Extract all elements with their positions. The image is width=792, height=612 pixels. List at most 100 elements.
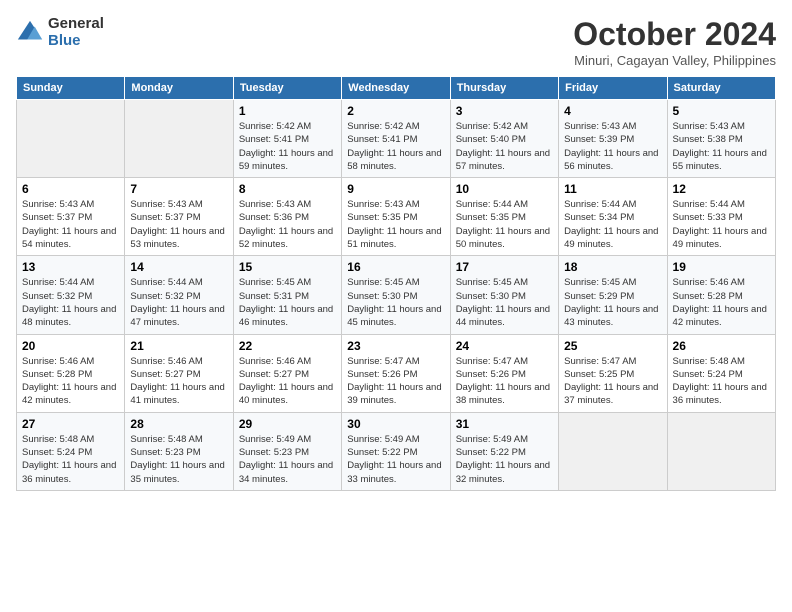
logo-text-line1: General (48, 16, 104, 33)
day-number: 10 (456, 182, 553, 196)
day-detail: Sunrise: 5:42 AMSunset: 5:41 PMDaylight:… (347, 120, 444, 173)
day-detail: Sunrise: 5:43 AMSunset: 5:37 PMDaylight:… (130, 198, 227, 251)
day-number: 15 (239, 260, 336, 274)
day-detail: Sunrise: 5:45 AMSunset: 5:31 PMDaylight:… (239, 276, 336, 329)
day-cell: 2 Sunrise: 5:42 AMSunset: 5:41 PMDaylight… (342, 100, 450, 178)
day-detail: Sunrise: 5:43 AMSunset: 5:35 PMDaylight:… (347, 198, 444, 251)
day-detail: Sunrise: 5:49 AMSunset: 5:23 PMDaylight:… (239, 433, 336, 486)
day-detail: Sunrise: 5:47 AMSunset: 5:25 PMDaylight:… (564, 355, 661, 408)
day-cell (125, 100, 233, 178)
day-number: 7 (130, 182, 227, 196)
day-cell: 8 Sunrise: 5:43 AMSunset: 5:36 PMDaylight… (233, 178, 341, 256)
day-number: 18 (564, 260, 661, 274)
day-number: 17 (456, 260, 553, 274)
day-cell (559, 412, 667, 490)
day-number: 14 (130, 260, 227, 274)
logo-icon (16, 19, 44, 47)
day-detail: Sunrise: 5:48 AMSunset: 5:23 PMDaylight:… (130, 433, 227, 486)
day-cell: 20Sunrise: 5:46 AMSunset: 5:28 PMDayligh… (17, 334, 125, 412)
header-wednesday: Wednesday (342, 77, 450, 100)
day-detail: Sunrise: 5:48 AMSunset: 5:24 PMDaylight:… (22, 433, 119, 486)
day-cell: 12Sunrise: 5:44 AMSunset: 5:33 PMDayligh… (667, 178, 775, 256)
day-number: 22 (239, 339, 336, 353)
day-cell: 17 Sunrise: 5:45 AMSunset: 5:30 PMDayligh… (450, 256, 558, 334)
day-cell: 29Sunrise: 5:49 AMSunset: 5:23 PMDayligh… (233, 412, 341, 490)
day-number: 21 (130, 339, 227, 353)
day-number: 8 (239, 182, 336, 196)
day-number: 12 (673, 182, 770, 196)
day-cell: 13Sunrise: 5:44 AMSunset: 5:32 PMDayligh… (17, 256, 125, 334)
week-row-1: 1 Sunrise: 5:42 AMSunset: 5:41 PMDaylight… (17, 100, 776, 178)
day-cell: 18Sunrise: 5:45 AMSunset: 5:29 PMDayligh… (559, 256, 667, 334)
day-cell: 3 Sunrise: 5:42 AMSunset: 5:40 PMDaylight… (450, 100, 558, 178)
day-number: 6 (22, 182, 119, 196)
day-number: 19 (673, 260, 770, 274)
day-cell: 31 Sunrise: 5:49 AMSunset: 5:22 PMDayligh… (450, 412, 558, 490)
day-cell: 15 Sunrise: 5:45 AMSunset: 5:31 PMDayligh… (233, 256, 341, 334)
day-detail: Sunrise: 5:44 AMSunset: 5:32 PMDaylight:… (130, 276, 227, 329)
day-detail: Sunrise: 5:45 AMSunset: 5:30 PMDaylight:… (347, 276, 444, 329)
day-cell: 14 Sunrise: 5:44 AMSunset: 5:32 PMDayligh… (125, 256, 233, 334)
page-header: General Blue October 2024 Minuri, Cagaya… (16, 16, 776, 68)
day-detail: Sunrise: 5:43 AMSunset: 5:39 PMDaylight:… (564, 120, 661, 173)
calendar-table: SundayMondayTuesdayWednesdayThursdayFrid… (16, 76, 776, 491)
day-cell: 19 Sunrise: 5:46 AMSunset: 5:28 PMDayligh… (667, 256, 775, 334)
day-detail: Sunrise: 5:47 AMSunset: 5:26 PMDaylight:… (456, 355, 553, 408)
calendar-header-row: SundayMondayTuesdayWednesdayThursdayFrid… (17, 77, 776, 100)
day-detail: Sunrise: 5:49 AMSunset: 5:22 PMDaylight:… (347, 433, 444, 486)
day-detail: Sunrise: 5:47 AMSunset: 5:26 PMDaylight:… (347, 355, 444, 408)
day-number: 30 (347, 417, 444, 431)
location-subtitle: Minuri, Cagayan Valley, Philippines (573, 53, 776, 68)
week-row-3: 13Sunrise: 5:44 AMSunset: 5:32 PMDayligh… (17, 256, 776, 334)
header-friday: Friday (559, 77, 667, 100)
day-number: 23 (347, 339, 444, 353)
logo: General Blue (16, 16, 104, 49)
day-number: 1 (239, 104, 336, 118)
day-detail: Sunrise: 5:42 AMSunset: 5:41 PMDaylight:… (239, 120, 336, 173)
week-row-5: 27Sunrise: 5:48 AMSunset: 5:24 PMDayligh… (17, 412, 776, 490)
day-detail: Sunrise: 5:43 AMSunset: 5:36 PMDaylight:… (239, 198, 336, 251)
day-detail: Sunrise: 5:49 AMSunset: 5:22 PMDaylight:… (456, 433, 553, 486)
day-cell: 4 Sunrise: 5:43 AMSunset: 5:39 PMDaylight… (559, 100, 667, 178)
day-number: 28 (130, 417, 227, 431)
day-cell: 30 Sunrise: 5:49 AMSunset: 5:22 PMDayligh… (342, 412, 450, 490)
day-number: 3 (456, 104, 553, 118)
month-title: October 2024 (573, 16, 776, 53)
day-number: 4 (564, 104, 661, 118)
day-detail: Sunrise: 5:44 AMSunset: 5:34 PMDaylight:… (564, 198, 661, 251)
day-detail: Sunrise: 5:46 AMSunset: 5:27 PMDaylight:… (239, 355, 336, 408)
day-detail: Sunrise: 5:44 AMSunset: 5:35 PMDaylight:… (456, 198, 553, 251)
day-number: 25 (564, 339, 661, 353)
day-cell (17, 100, 125, 178)
day-number: 24 (456, 339, 553, 353)
header-saturday: Saturday (667, 77, 775, 100)
day-cell: 6 Sunrise: 5:43 AMSunset: 5:37 PMDaylight… (17, 178, 125, 256)
day-detail: Sunrise: 5:46 AMSunset: 5:28 PMDaylight:… (673, 276, 770, 329)
day-cell: 24 Sunrise: 5:47 AMSunset: 5:26 PMDayligh… (450, 334, 558, 412)
day-detail: Sunrise: 5:46 AMSunset: 5:28 PMDaylight:… (22, 355, 119, 408)
day-number: 2 (347, 104, 444, 118)
day-cell (667, 412, 775, 490)
day-detail: Sunrise: 5:45 AMSunset: 5:30 PMDaylight:… (456, 276, 553, 329)
day-cell: 23 Sunrise: 5:47 AMSunset: 5:26 PMDayligh… (342, 334, 450, 412)
header-monday: Monday (125, 77, 233, 100)
header-tuesday: Tuesday (233, 77, 341, 100)
day-cell: 10 Sunrise: 5:44 AMSunset: 5:35 PMDayligh… (450, 178, 558, 256)
logo-text-line2: Blue (48, 33, 104, 50)
day-cell: 28 Sunrise: 5:48 AMSunset: 5:23 PMDayligh… (125, 412, 233, 490)
week-row-2: 6 Sunrise: 5:43 AMSunset: 5:37 PMDaylight… (17, 178, 776, 256)
day-detail: Sunrise: 5:46 AMSunset: 5:27 PMDaylight:… (130, 355, 227, 408)
day-detail: Sunrise: 5:42 AMSunset: 5:40 PMDaylight:… (456, 120, 553, 173)
header-thursday: Thursday (450, 77, 558, 100)
day-cell: 16Sunrise: 5:45 AMSunset: 5:30 PMDayligh… (342, 256, 450, 334)
title-block: October 2024 Minuri, Cagayan Valley, Phi… (573, 16, 776, 68)
day-cell: 1 Sunrise: 5:42 AMSunset: 5:41 PMDaylight… (233, 100, 341, 178)
day-number: 11 (564, 182, 661, 196)
day-cell: 11 Sunrise: 5:44 AMSunset: 5:34 PMDayligh… (559, 178, 667, 256)
day-detail: Sunrise: 5:43 AMSunset: 5:37 PMDaylight:… (22, 198, 119, 251)
day-detail: Sunrise: 5:43 AMSunset: 5:38 PMDaylight:… (673, 120, 770, 173)
day-number: 31 (456, 417, 553, 431)
day-cell: 7 Sunrise: 5:43 AMSunset: 5:37 PMDaylight… (125, 178, 233, 256)
day-cell: 9Sunrise: 5:43 AMSunset: 5:35 PMDaylight… (342, 178, 450, 256)
day-cell: 26Sunrise: 5:48 AMSunset: 5:24 PMDayligh… (667, 334, 775, 412)
